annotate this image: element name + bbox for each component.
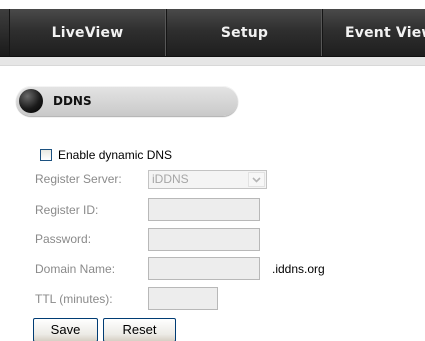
password-label: Password: — [35, 232, 92, 246]
tab-liveview[interactable]: LiveView — [9, 9, 167, 56]
main-nav-bar: LiveView Setup Event View — [0, 9, 425, 57]
ddns-settings-page: LiveView Setup Event View DDNS Enable dy… — [0, 0, 425, 341]
ttl-input[interactable] — [148, 287, 218, 310]
ttl-label: TTL (minutes): — [35, 292, 113, 306]
domain-suffix: .iddns.org — [272, 262, 325, 276]
register-server-value: iDDNS — [152, 172, 189, 186]
register-server-select[interactable]: iDDNS — [148, 170, 267, 189]
black-circle-icon — [19, 89, 43, 113]
section-header-ddns: DDNS — [16, 86, 238, 116]
register-id-input[interactable] — [148, 198, 260, 221]
section-title: DDNS — [53, 94, 92, 108]
password-input[interactable] — [148, 228, 260, 251]
enable-ddns-label: Enable dynamic DNS — [58, 148, 173, 162]
enable-ddns-checkbox[interactable] — [40, 149, 52, 161]
reset-button[interactable]: Reset — [103, 318, 176, 341]
tab-event-view[interactable]: Event View — [323, 9, 425, 56]
chevron-down-icon[interactable] — [248, 172, 265, 187]
register-server-label: Register Server: — [35, 172, 122, 186]
chevron-down-icon-glyph — [252, 176, 261, 183]
tab-setup[interactable]: Setup — [167, 9, 323, 56]
sub-nav-strip — [0, 57, 425, 66]
domain-name-label: Domain Name: — [35, 262, 116, 276]
domain-name-input[interactable] — [148, 257, 260, 280]
register-id-label: Register ID: — [35, 203, 99, 217]
save-button[interactable]: Save — [33, 318, 98, 341]
